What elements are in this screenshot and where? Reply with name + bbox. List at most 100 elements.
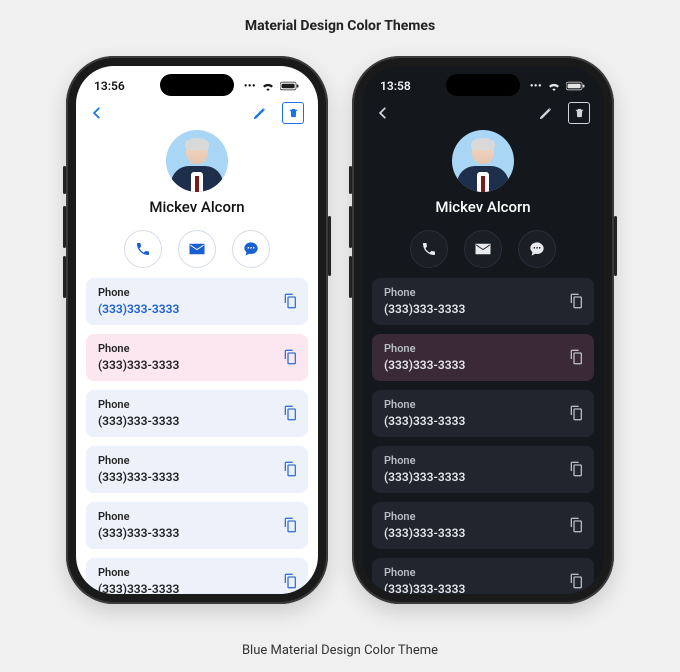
list-item-label: Phone [98,566,179,579]
mail-button[interactable] [464,230,502,268]
copy-icon [568,517,584,533]
edit-button[interactable] [248,102,270,124]
copy-icon [568,461,584,477]
copy-icon [282,405,298,421]
list-item[interactable]: Phone (333)333-3333 [372,278,594,325]
battery-icon [566,81,586,91]
list-item-label: Phone [98,286,179,299]
copy-button[interactable] [282,349,298,365]
list-item[interactable]: Phone (333)333-3333 [372,390,594,437]
delete-button[interactable] [568,102,590,124]
contact-list: Phone (333)333-3333 Phone (333)333-3333 Phon… [76,278,318,594]
list-item-value: (333)333-3333 [384,582,465,594]
list-item[interactable]: Phone (333)333-3333 [86,558,308,594]
profile-section: Mickev Alcorn [76,128,318,222]
wifi-icon [547,81,561,91]
copy-button[interactable] [282,517,298,533]
list-item-label: Phone [384,398,465,411]
pencil-icon [252,106,267,121]
action-row [76,230,318,268]
call-button[interactable] [124,230,162,268]
mail-icon [474,242,492,256]
list-item-label: Phone [384,510,465,523]
cellular-icon: ••• [530,81,542,92]
copy-button[interactable] [568,405,584,421]
avatar[interactable] [452,130,514,192]
list-item-value: (333)333-3333 [98,582,179,594]
page-title: Material Design Color Themes [0,0,680,34]
chevron-left-icon [376,106,390,120]
edit-button[interactable] [534,102,556,124]
copy-button[interactable] [568,573,584,589]
chat-icon [529,241,545,257]
chat-button[interactable] [518,230,556,268]
list-item[interactable]: Phone(333)333-3333 [86,446,308,493]
copy-icon [282,349,298,365]
back-button[interactable] [372,102,394,124]
list-item-label: Phone [384,342,465,355]
copy-icon [568,405,584,421]
copy-button[interactable] [568,293,584,309]
contact-list: Phone (333)333-3333 Phone (333)333-3333 Phon… [362,278,604,594]
contact-name: Mickev Alcorn [362,198,604,216]
copy-button[interactable] [568,461,584,477]
list-item[interactable]: Phone(333)333-3333 [86,502,308,549]
list-item-value: (333)333-3333 [384,302,465,316]
list-item-value: (333)333-3333 [384,470,465,484]
copy-icon [282,293,298,309]
contact-name: Mickev Alcorn [76,198,318,216]
back-button[interactable] [86,102,108,124]
copy-icon [568,349,584,365]
mail-icon [188,242,206,256]
list-item-label: Phone [384,454,465,467]
list-item[interactable]: Phone(333)333-3333 [86,334,308,381]
delete-button[interactable] [282,102,304,124]
list-item[interactable]: Phone (333)333-3333 [372,446,594,493]
list-item-value: (333)333-3333 [98,414,179,428]
trash-icon [288,107,299,119]
copy-button[interactable] [282,405,298,421]
list-item[interactable]: Phone (333)333-3333 [372,558,594,594]
status-time: 13:56 [94,79,125,93]
copy-button[interactable] [282,461,298,477]
list-item-value: (333)333-3333 [384,414,465,428]
status-time: 13:58 [380,79,411,93]
phone-dark: 13:58 ••• [352,56,614,604]
list-item-value: (333)333-3333 [384,358,465,372]
battery-icon [280,81,300,91]
list-item-value: (333)333-3333 [98,526,179,540]
list-item-label: Phone [98,342,179,355]
copy-icon [282,573,298,589]
list-item-label: Phone [384,286,465,299]
dynamic-island [446,74,520,96]
copy-button[interactable] [568,517,584,533]
chat-button[interactable] [232,230,270,268]
list-item[interactable]: Phone (333)333-3333 [86,278,308,325]
list-item[interactable]: Phone (333)333-3333 [372,334,594,381]
phone-stage: 13:56 ••• [0,56,680,604]
copy-button[interactable] [282,293,298,309]
list-item[interactable]: Phone(333)333-3333 [86,390,308,437]
phone-light: 13:56 ••• [66,56,328,604]
list-item-label: Phone [384,566,465,579]
cellular-icon: ••• [244,81,256,92]
copy-icon [282,517,298,533]
action-row [362,230,604,268]
copy-icon [282,461,298,477]
pencil-icon [538,106,553,121]
list-item-value: (333)333-3333 [98,302,179,316]
copy-button[interactable] [568,349,584,365]
top-bar [362,96,604,128]
call-button[interactable] [410,230,448,268]
phone-icon [421,241,437,257]
caption: Blue Material Design Color Theme [0,643,680,658]
copy-button[interactable] [282,573,298,589]
list-item[interactable]: Phone(333)333-3333 [372,502,594,549]
dynamic-island [160,74,234,96]
list-item-label: Phone [98,454,179,467]
mail-button[interactable] [178,230,216,268]
profile-section: Mickev Alcorn [362,128,604,222]
avatar[interactable] [166,130,228,192]
trash-icon [574,107,585,119]
chevron-left-icon [90,106,104,120]
